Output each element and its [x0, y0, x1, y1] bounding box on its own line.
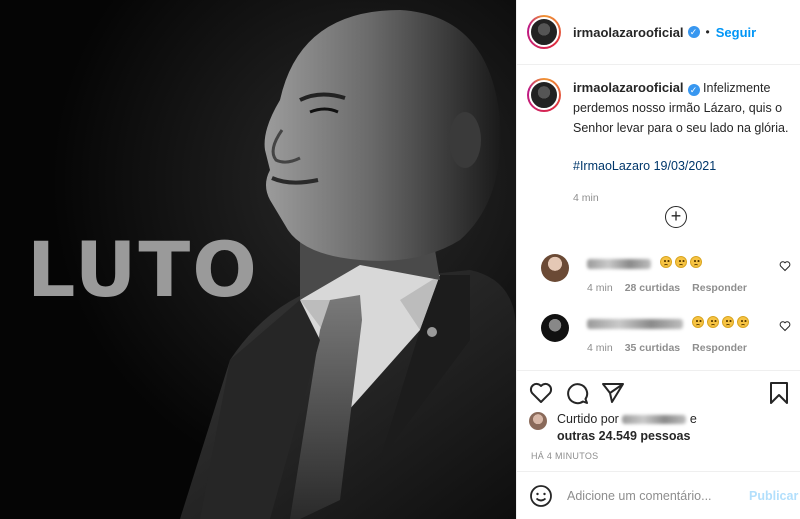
blurred-username[interactable] — [587, 258, 651, 269]
comment-input[interactable] — [567, 489, 737, 503]
sad-face-emoji-icon — [690, 256, 702, 268]
caption-date: 19/03/2021 — [653, 159, 717, 173]
comment-item: 4 min 28 curtidas Responder — [527, 254, 791, 300]
commenter-avatar[interactable] — [541, 314, 569, 342]
sad-face-emoji-icon — [692, 316, 704, 328]
reply-button[interactable]: Responder — [692, 342, 747, 354]
comment-bubble-icon[interactable] — [565, 381, 589, 405]
others-likes-count[interactable]: outras 24.549 pessoas — [557, 429, 690, 443]
comment-meta: 4 min 28 curtidas Responder — [587, 282, 747, 294]
add-comment-bar: Publicar — [517, 471, 800, 519]
comment-likes[interactable]: 35 curtidas — [625, 342, 680, 354]
liked-by-prefix: Curtido por — [557, 412, 619, 426]
comment-emojis — [657, 256, 702, 271]
blurred-username[interactable] — [587, 318, 683, 329]
post-actions-section: Curtido por e outras 24.549 pessoas HÁ 4… — [517, 370, 800, 519]
caption-time: 4 min — [573, 192, 599, 204]
caption-username[interactable]: irmaolazarooficial — [573, 80, 684, 95]
sad-face-emoji-icon — [707, 316, 719, 328]
action-icons-row — [529, 381, 791, 407]
sad-face-emoji-icon — [722, 316, 734, 328]
commenter-avatar[interactable] — [541, 254, 569, 282]
post-timestamp[interactable]: HÁ 4 MINUTOS — [531, 451, 598, 461]
save-bookmark-icon[interactable] — [767, 381, 791, 405]
likes-summary: Curtido por e outras 24.549 pessoas — [529, 411, 697, 445]
caption-hashtag-line: #IrmaoLazaro 19/03/2021 — [573, 156, 791, 176]
comment-text — [587, 256, 702, 271]
like-heart-icon[interactable] — [529, 381, 553, 405]
verified-badge-icon: ✓ — [687, 84, 700, 96]
comment-likes[interactable]: 28 curtidas — [625, 282, 680, 294]
sad-face-emoji-icon — [675, 256, 687, 268]
post-photo[interactable]: LUTO — [0, 0, 516, 519]
sad-face-emoji-icon — [660, 256, 672, 268]
comment-like-heart-icon[interactable] — [779, 260, 791, 272]
separator-dot: • — [705, 25, 710, 39]
reply-button[interactable]: Responder — [692, 282, 747, 294]
comment-emojis — [689, 316, 749, 331]
comment-meta: 4 min 35 curtidas Responder — [587, 342, 747, 354]
liker-avatar[interactable] — [529, 412, 547, 430]
author-avatar[interactable] — [527, 15, 561, 49]
comment-text — [587, 316, 749, 331]
liked-by-conj: e — [689, 412, 697, 426]
emoji-picker-icon[interactable] — [529, 484, 553, 508]
publish-button[interactable]: Publicar — [749, 489, 798, 503]
comment-time: 4 min — [587, 282, 613, 294]
blurred-liker-username[interactable] — [622, 415, 687, 425]
comment-like-heart-icon[interactable] — [779, 320, 791, 332]
verified-badge-icon: ✓ — [687, 26, 700, 38]
author-username[interactable]: irmaolazarooficial — [573, 25, 684, 40]
luto-overlay-text: LUTO — [27, 225, 259, 314]
post-side-panel: irmaolazarooficial ✓ • Seguir irmaolazar… — [516, 0, 800, 519]
share-paper-plane-icon[interactable] — [601, 381, 625, 405]
comment-item: 4 min 35 curtidas Responder — [527, 314, 791, 360]
hashtag-link[interactable]: #IrmaoLazaro — [573, 159, 650, 173]
sad-face-emoji-icon — [737, 316, 749, 328]
post-header: irmaolazarooficial ✓ • Seguir — [517, 0, 800, 65]
caption-avatar[interactable] — [527, 78, 561, 112]
instagram-post: LUTO irmaolazarooficial ✓ • Seguir irmao… — [0, 0, 800, 519]
comment-time: 4 min — [587, 342, 613, 354]
follow-button[interactable]: Seguir — [716, 25, 756, 40]
post-caption: irmaolazarooficial ✓ Infelizmente perdemo… — [527, 78, 797, 208]
load-more-comments-icon[interactable]: + — [665, 206, 687, 228]
